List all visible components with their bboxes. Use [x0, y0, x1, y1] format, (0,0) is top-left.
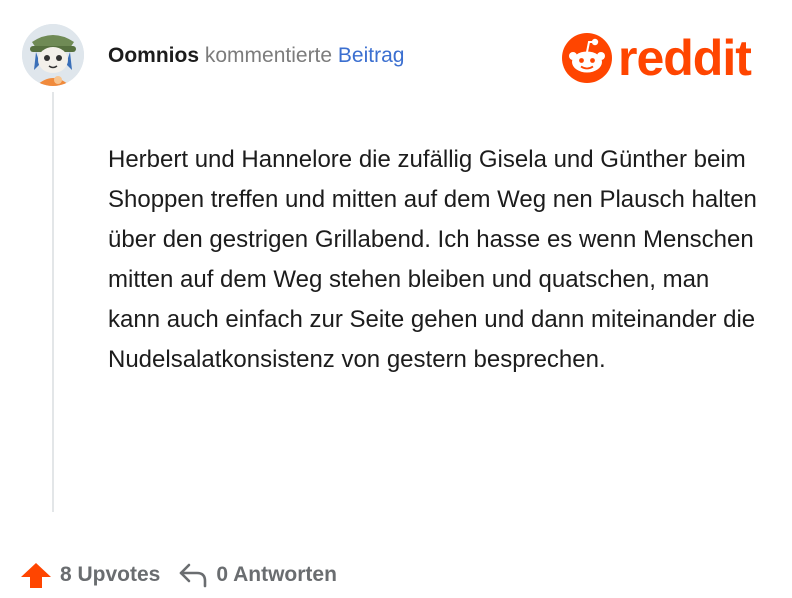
upvote-count: 8 Upvotes — [60, 563, 161, 586]
reply-arrow-icon — [180, 563, 207, 588]
thread-line — [52, 92, 54, 512]
comment-body: Herbert und Hannelore die zufällig Gisel… — [108, 146, 757, 373]
user-avatar[interactable] — [22, 24, 84, 86]
reddit-wordmark: reddit — [618, 30, 752, 86]
username-link[interactable]: Oomnios — [108, 44, 199, 67]
upvote-arrow-icon — [21, 563, 51, 588]
upvote-button[interactable]: 8 Upvotes — [20, 562, 160, 588]
reddit-snoo-icon — [562, 33, 612, 83]
comment-footer: 8 Upvotes 0 Antworten — [20, 562, 355, 588]
reply-button[interactable]: 0 Antworten — [178, 562, 337, 588]
comment-action-text: kommentierte — [204, 44, 333, 67]
comment-header: Oomnios kommentierte Beitrag — [108, 42, 404, 70]
reddit-logo[interactable]: reddit — [562, 30, 752, 86]
reply-count: 0 Antworten — [216, 563, 337, 586]
post-link[interactable]: Beitrag — [338, 44, 405, 67]
